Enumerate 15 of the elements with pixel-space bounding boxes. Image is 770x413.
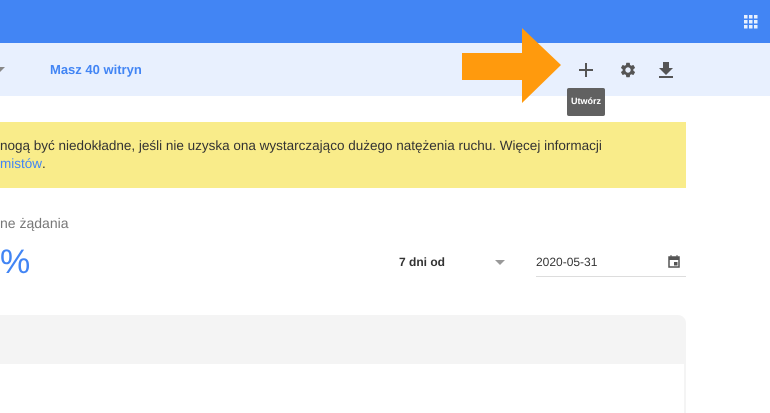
site-count: Masz 40 witryn (50, 60, 142, 79)
date-field[interactable]: 2020-05-31 (536, 247, 686, 277)
apps-grid-icon[interactable] (744, 14, 758, 28)
range-label: 7 dni od (399, 254, 446, 271)
add-icon[interactable] (579, 62, 593, 76)
calendar-icon[interactable] (668, 255, 680, 268)
notice-period: . (42, 155, 46, 173)
tooltip: Utwórz (567, 88, 605, 116)
dropdown-caret-icon[interactable] (0, 66, 5, 72)
dropdown-caret-icon[interactable] (495, 260, 505, 264)
settings-icon[interactable] (619, 60, 637, 78)
metric-label: ne żądania (0, 214, 70, 233)
notice-text: nogą być niedokładne, jeśli nie uzyska ona wystarczająco dużego natężenia ruchu. Więcej informacji (0, 137, 603, 155)
metric-value: % (0, 242, 30, 282)
download-icon[interactable] (659, 62, 673, 78)
